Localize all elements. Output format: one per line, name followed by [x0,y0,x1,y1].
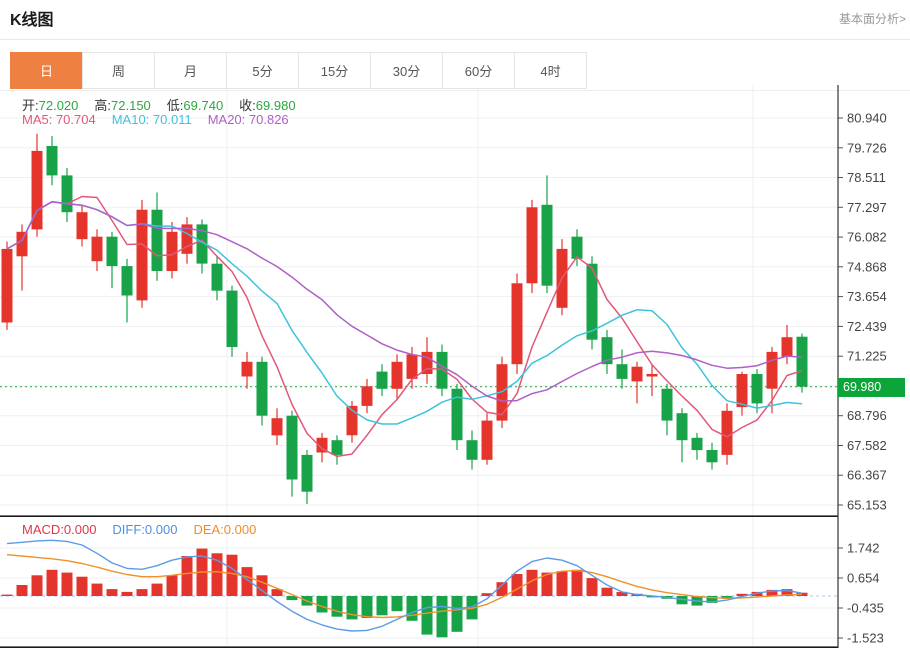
ma20-line [6,200,803,402]
svg-text:78.511: 78.511 [847,170,886,185]
open-label: 开: [22,98,39,113]
tab-weekly[interactable]: 周 [82,52,155,89]
tab-daily[interactable]: 日 [10,52,83,89]
tab-4hour[interactable]: 4时 [514,52,587,89]
svg-text:-1.523: -1.523 [847,631,884,646]
tab-30min[interactable]: 30分 [370,52,443,89]
tab-15min[interactable]: 15分 [298,52,371,89]
svg-text:1.742: 1.742 [847,541,880,556]
svg-text:68.796: 68.796 [847,408,887,423]
ma20-value: MA20: 70.826 [207,112,289,127]
interval-tabbar: 日 周 月 5分 15分 30分 60分 4时 [10,52,587,89]
svg-text:74.868: 74.868 [847,259,887,274]
svg-text:80.940: 80.940 [847,111,887,126]
tab-monthly[interactable]: 月 [154,52,227,89]
svg-text:67.582: 67.582 [847,438,887,453]
fundamental-analysis-link[interactable]: 基本面分析> [839,10,906,27]
ma5-value: MA5: 70.704 [22,112,96,127]
dea-value: DEA:0.000 [193,522,257,537]
svg-text:76.082: 76.082 [847,230,887,245]
high-label: 高: [94,98,112,113]
svg-text:77.297: 77.297 [847,200,887,215]
candlestick-chart[interactable]: 80.940 79.726 78.511 77.297 76.082 74.868 73.6… [0,85,910,517]
diff-line [6,539,803,632]
macd-histogram [1,548,808,638]
page-title: K线图 [10,12,54,29]
tab-60min[interactable]: 60分 [442,52,515,89]
header-divider [0,39,910,40]
high-value: 72.150 [111,98,151,113]
ma-readout: MA5: 70.704 MA10: 70.011 MA20: 70.826 [22,112,289,127]
tab-5min[interactable]: 5分 [226,52,299,89]
ma10-value: MA10: 70.011 [111,112,192,127]
current-price-badge: 69.980 [838,378,905,397]
svg-text:65.153: 65.153 [847,498,887,513]
candles [1,133,808,504]
svg-text:73.654: 73.654 [847,289,887,304]
low-value: 69.740 [183,98,224,113]
svg-text:66.367: 66.367 [847,468,887,483]
svg-text:71.225: 71.225 [847,349,887,364]
svg-text:79.726: 79.726 [847,140,887,155]
close-label: 收: [239,98,256,113]
low-label: 低: [166,98,184,113]
close-value: 69.980 [255,98,296,113]
open-value: 72.020 [38,98,79,113]
diff-value: DIFF:0.000 [112,522,178,537]
macd-readout: MACD:0.000 DIFF:0.000 DEA:0.000 [22,522,256,537]
svg-text:-0.435: -0.435 [847,601,884,616]
svg-text:72.439: 72.439 [847,319,887,334]
macd-value: MACD:0.000 [22,522,97,537]
svg-text:0.654: 0.654 [847,571,880,586]
